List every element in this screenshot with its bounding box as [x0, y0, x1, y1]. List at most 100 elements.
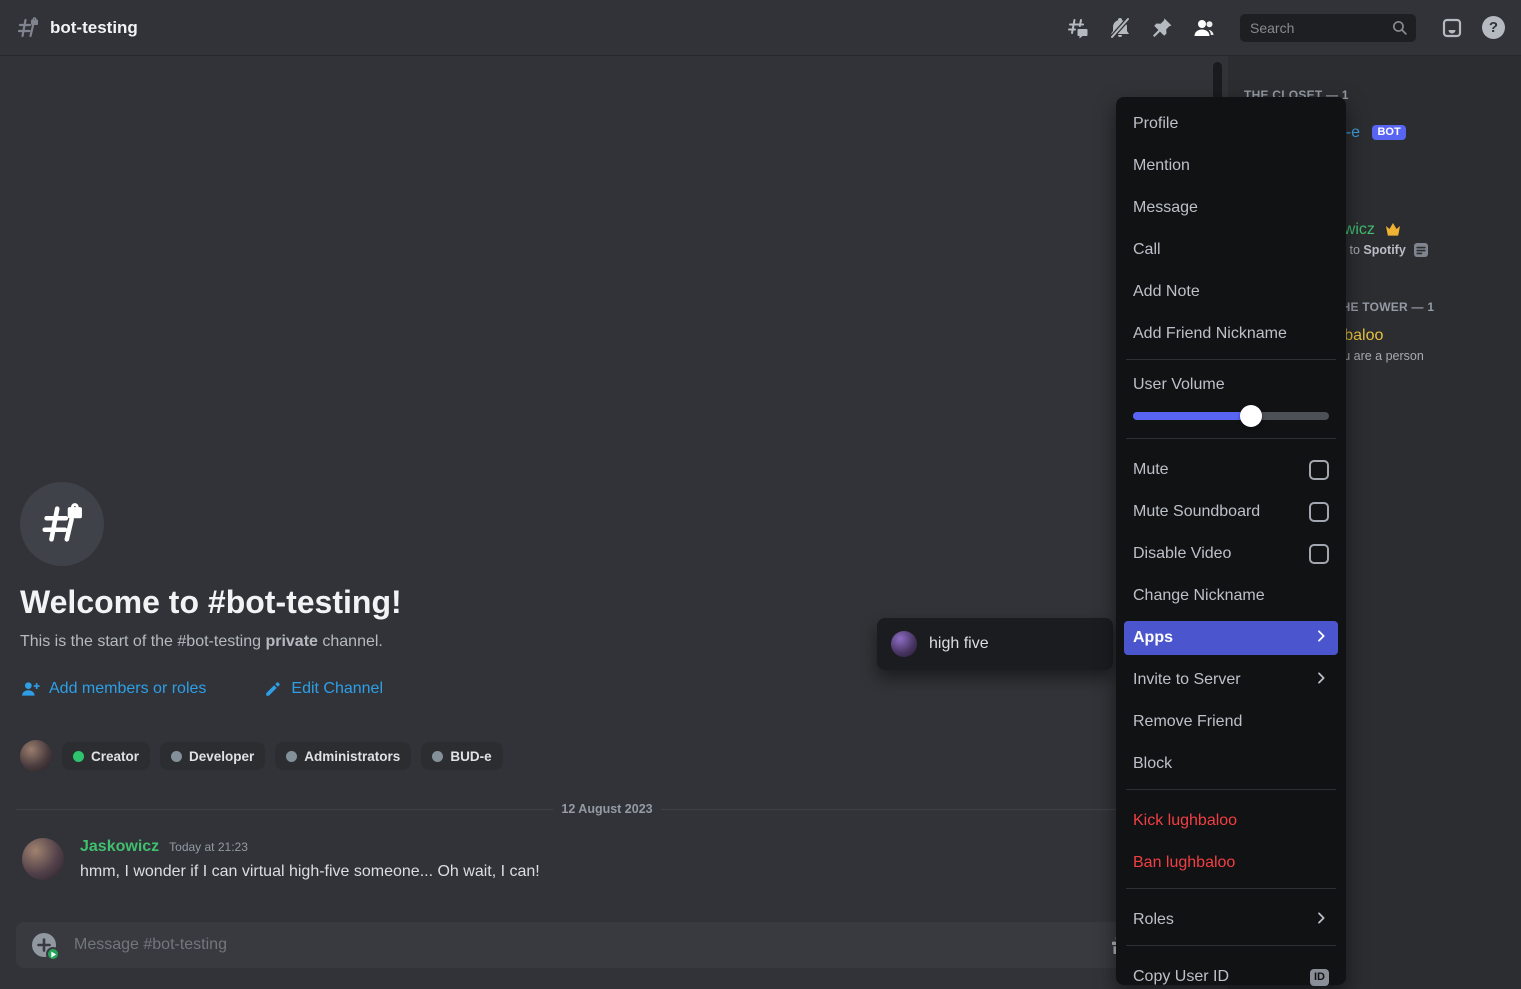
role-pill-label: Developer — [189, 749, 254, 764]
role-dot-icon — [286, 751, 297, 762]
role-dot-icon — [171, 751, 182, 762]
menu-item-label: Copy User ID — [1133, 968, 1229, 986]
user-volume-slider[interactable] — [1124, 404, 1338, 428]
role-pill-label: BUD-e — [450, 749, 491, 764]
member-category-tower[interactable]: THE TOWER — 1 — [1334, 300, 1434, 314]
attach-button[interactable] — [32, 933, 56, 957]
app-command-avatar — [891, 631, 917, 657]
welcome-subtitle: This is the start of the #bot-testing pr… — [20, 633, 402, 651]
channel-header: bot-testing — [0, 0, 1521, 56]
role-dot-icon — [432, 751, 443, 762]
id-badge-icon: ID — [1310, 969, 1329, 986]
date-divider: 12 August 2023 — [16, 802, 1198, 816]
menu-item-label: Profile — [1133, 115, 1178, 133]
menu-item-label: Remove Friend — [1133, 713, 1242, 731]
notifications-muted-icon[interactable] — [1108, 16, 1132, 40]
menu-item-add-friend-nickname[interactable]: Add Friend Nickname — [1124, 317, 1338, 351]
discord-app-window: bot-testing — [0, 0, 1521, 989]
menu-item-label: Ban lughbaloo — [1133, 854, 1235, 872]
message-input[interactable] — [72, 935, 1097, 955]
role-pill-label: Administrators — [304, 749, 400, 764]
chevron-right-icon — [1313, 910, 1329, 931]
channel-roles-row: Creator Developer Administrators BUD-e — [20, 740, 503, 772]
pencil-icon — [264, 680, 282, 698]
search-box[interactable] — [1240, 14, 1416, 42]
menu-item-add-note[interactable]: Add Note — [1124, 275, 1338, 309]
menu-item-label: Kick lughbaloo — [1133, 812, 1237, 830]
member-list-toggle-icon[interactable] — [1192, 16, 1216, 40]
chevron-right-icon — [1313, 670, 1329, 691]
bot-badge: BOT — [1372, 125, 1405, 140]
checkbox-unchecked-icon[interactable] — [1309, 544, 1329, 564]
menu-item-mute[interactable]: Mute — [1124, 453, 1338, 487]
help-icon[interactable]: ? — [1482, 16, 1505, 39]
menu-item-label: Mute Soundboard — [1133, 503, 1260, 521]
inbox-icon[interactable] — [1440, 16, 1464, 40]
message-author[interactable]: Jaskowicz — [80, 838, 159, 856]
role-pill-developer[interactable]: Developer — [160, 742, 265, 770]
channel-name: bot-testing — [50, 18, 138, 38]
menu-divider — [1126, 888, 1336, 889]
add-members-link[interactable]: Add members or roles — [20, 679, 206, 699]
welcome-subtitle-prefix: This is the start of the #bot-testing — [20, 633, 265, 650]
chat-message: Jaskowicz Today at 21:23 hmm, I wonder i… — [22, 838, 540, 883]
menu-item-label: Block — [1133, 755, 1172, 773]
divider-line — [16, 809, 553, 810]
menu-item-mention[interactable]: Mention — [1124, 149, 1338, 183]
user-context-menu: Profile Mention Message Call Add Note Ad… — [1116, 97, 1346, 985]
menu-divider — [1126, 789, 1336, 790]
slider-fill — [1133, 412, 1251, 420]
chevron-right-icon — [1313, 628, 1329, 649]
menu-item-ban-user[interactable]: Ban lughbaloo — [1124, 846, 1338, 880]
message-text: hmm, I wonder if I can virtual high-five… — [80, 861, 540, 883]
menu-item-message[interactable]: Message — [1124, 191, 1338, 225]
avatar[interactable] — [22, 838, 64, 880]
menu-item-kick-user[interactable]: Kick lughbaloo — [1124, 804, 1338, 838]
menu-item-roles[interactable]: Roles — [1124, 903, 1338, 937]
menu-item-disable-video[interactable]: Disable Video — [1124, 537, 1338, 571]
menu-divider — [1126, 945, 1336, 946]
welcome-channel-icon — [20, 482, 104, 566]
menu-item-block[interactable]: Block — [1124, 747, 1338, 781]
menu-item-call[interactable]: Call — [1124, 233, 1338, 267]
menu-item-invite-to-server[interactable]: Invite to Server — [1124, 663, 1338, 697]
threads-icon[interactable] — [1066, 16, 1090, 40]
date-divider-label: 12 August 2023 — [561, 802, 652, 816]
welcome-subtitle-private: private — [265, 633, 317, 650]
role-pill-bud-e[interactable]: BUD-e — [421, 742, 502, 770]
checkbox-unchecked-icon[interactable] — [1309, 502, 1329, 522]
menu-item-mute-soundboard[interactable]: Mute Soundboard — [1124, 495, 1338, 529]
menu-item-change-nickname[interactable]: Change Nickname — [1124, 579, 1338, 613]
message-timestamp: Today at 21:23 — [169, 840, 248, 854]
menu-item-label: Message — [1133, 199, 1198, 217]
slider-thumb[interactable] — [1240, 405, 1262, 427]
role-pill-administrators[interactable]: Administrators — [275, 742, 411, 770]
menu-item-label: Roles — [1133, 911, 1174, 929]
activity-card-icon — [1414, 243, 1428, 260]
welcome-title: Welcome to #bot-testing! — [20, 584, 402, 621]
status-app-name: Spotify — [1363, 243, 1405, 257]
search-icon — [1391, 19, 1408, 36]
role-pill-creator[interactable]: Creator — [62, 742, 150, 770]
apps-submenu-popup[interactable]: high five — [877, 618, 1113, 670]
avatar[interactable] — [20, 740, 52, 772]
app-launcher-badge-icon — [46, 947, 60, 961]
menu-divider — [1126, 359, 1336, 360]
menu-item-profile[interactable]: Profile — [1124, 107, 1338, 141]
menu-item-copy-user-id[interactable]: Copy User ID ID — [1124, 960, 1338, 989]
menu-item-remove-friend[interactable]: Remove Friend — [1124, 705, 1338, 739]
add-members-label: Add members or roles — [49, 680, 206, 698]
message-composer: GIF — [16, 922, 1200, 968]
menu-item-apps[interactable]: Apps — [1124, 621, 1338, 655]
welcome-subtitle-suffix: channel. — [318, 633, 383, 650]
role-dot-icon — [73, 751, 84, 762]
menu-item-label: Change Nickname — [1133, 587, 1265, 605]
pinned-messages-icon[interactable] — [1150, 16, 1174, 40]
checkbox-unchecked-icon[interactable] — [1309, 460, 1329, 480]
channel-title-group: bot-testing — [16, 16, 138, 40]
edit-channel-link[interactable]: Edit Channel — [264, 680, 383, 698]
menu-item-label: Disable Video — [1133, 545, 1231, 563]
role-pill-label: Creator — [91, 749, 139, 764]
menu-item-label: Apps — [1133, 629, 1173, 647]
search-input[interactable] — [1248, 19, 1391, 37]
